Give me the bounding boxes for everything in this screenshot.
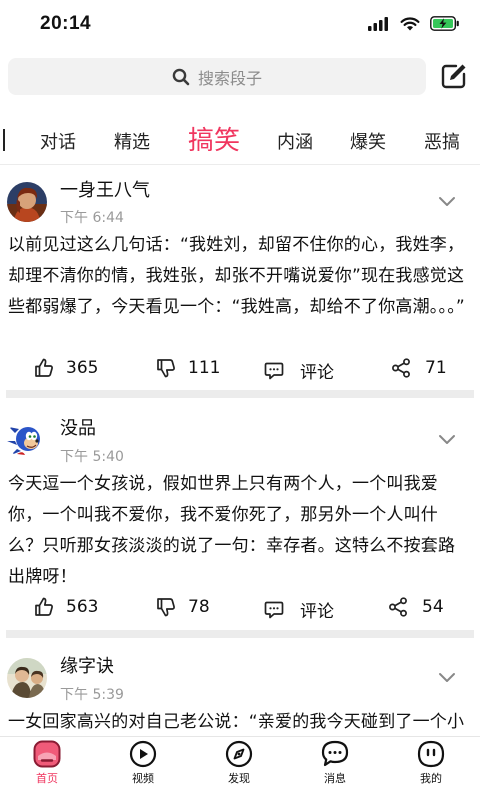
play-icon — [129, 740, 157, 768]
author-name[interactable]: 缘字诀 — [60, 652, 114, 678]
thumbs-down-icon — [157, 359, 175, 378]
post-content[interactable]: 今天逗一个女孩说，假如世界上只有两个人，一个叫我爱你，一个叫我不爱你，我不爱你死… — [8, 469, 472, 593]
post-card: 一身王八气 下午 6:44 以前见过这么几句话：“我姓刘，却留不住你的心，我姓李… — [0, 170, 480, 390]
post-time: 下午 6:44 — [60, 210, 124, 226]
avatar[interactable] — [7, 419, 47, 459]
share-icon — [389, 597, 407, 617]
tab-subtle[interactable]: 内涵 — [277, 128, 313, 154]
search-row: 搜索段子 — [0, 58, 480, 96]
tab-hilarious[interactable]: 爆笑 — [350, 128, 386, 154]
thumbs-up-icon — [35, 358, 53, 377]
post-time: 下午 5:39 — [60, 687, 124, 703]
tab-home[interactable]: 首页 — [17, 740, 77, 796]
tab-discover[interactable]: 发现 — [209, 740, 269, 796]
thumbs-down-icon — [157, 598, 175, 617]
comment-icon — [264, 601, 284, 618]
chevron-down-icon[interactable] — [438, 672, 456, 684]
edit-icon[interactable] — [440, 62, 468, 90]
post-time: 下午 5:40 — [60, 449, 124, 465]
like-button[interactable]: 563 — [34, 597, 98, 617]
share-count: 71 — [425, 358, 447, 378]
post-content[interactable]: 以前见过这么几句话：“我姓刘，却留不住你的心，我姓李，却理不清你的情，我姓张，却… — [8, 230, 472, 323]
profile-icon — [417, 740, 445, 768]
battery-charging-icon — [430, 16, 459, 31]
divider — [0, 164, 480, 165]
author-name[interactable]: 一身王八气 — [60, 176, 150, 202]
comment-button[interactable]: 评论 — [264, 358, 334, 383]
category-tabs: 对话 精选 搞笑 内涵 爆笑 恶搞 — [0, 116, 480, 162]
tab-video-label: 视频 — [132, 772, 154, 785]
like-count: 365 — [66, 358, 99, 378]
share-icon — [392, 358, 410, 378]
comment-icon — [264, 362, 284, 379]
chevron-down-icon[interactable] — [438, 434, 456, 446]
action-row: 365 111 评论 71 — [0, 358, 480, 392]
post-card: 没品 下午 5:40 今天逗一个女孩说，假如世界上只有两个人，一个叫我爱你，一个… — [0, 410, 480, 630]
status-icons — [368, 16, 460, 31]
tab-messages[interactable]: 消息 — [305, 740, 365, 796]
thumbs-up-icon — [35, 597, 53, 616]
tab-featured[interactable]: 精选 — [114, 128, 150, 154]
tab-profile[interactable]: 我的 — [401, 740, 461, 796]
share-button[interactable]: 71 — [391, 358, 447, 378]
post-separator — [6, 630, 474, 638]
status-time: 20:14 — [40, 13, 92, 34]
chevron-down-icon[interactable] — [438, 196, 456, 208]
avatar[interactable] — [7, 182, 47, 222]
comment-button[interactable]: 评论 — [264, 597, 334, 622]
share-button[interactable]: 54 — [388, 597, 444, 617]
comment-label: 评论 — [300, 363, 334, 383]
tab-dialogue[interactable]: 对话 — [40, 128, 76, 154]
post-separator — [6, 390, 474, 398]
share-count: 54 — [422, 597, 444, 617]
tab-messages-label: 消息 — [324, 772, 346, 785]
dislike-button[interactable]: 78 — [156, 597, 210, 617]
dislike-count: 111 — [188, 358, 221, 378]
dislike-count: 78 — [188, 597, 210, 617]
avatar[interactable] — [7, 658, 47, 698]
search-input[interactable]: 搜索段子 — [8, 58, 426, 95]
post-content[interactable]: 一女回家高兴的对自己老公说：“亲爱的我今天碰到了一个小 — [8, 707, 472, 736]
tab-funny[interactable]: 搞笑 — [188, 120, 240, 157]
message-icon — [321, 740, 349, 767]
dislike-button[interactable]: 111 — [156, 358, 220, 378]
tab-discover-label: 发现 — [228, 772, 250, 785]
tab-partial[interactable] — [3, 129, 5, 151]
tab-home-label: 首页 — [36, 772, 58, 785]
status-bar: 20:14 — [0, 0, 480, 52]
tab-video[interactable]: 视频 — [113, 740, 173, 796]
comment-label: 评论 — [300, 602, 334, 622]
compass-icon — [225, 740, 253, 768]
bottom-tab-bar: 首页 视频 发现 消息 我的 — [0, 736, 480, 800]
tab-profile-label: 我的 — [420, 772, 442, 785]
cellular-signal-icon — [368, 16, 388, 31]
wifi-icon — [400, 16, 420, 30]
home-icon — [33, 740, 61, 768]
author-name[interactable]: 没品 — [60, 414, 96, 440]
tab-prank[interactable]: 恶搞 — [424, 128, 460, 154]
search-placeholder: 搜索段子 — [197, 68, 262, 88]
post-card: 缘字诀 下午 5:39 一女回家高兴的对自己老公说：“亲爱的我今天碰到了一个小 — [0, 648, 480, 736]
action-row: 563 78 评论 54 — [0, 597, 480, 631]
like-count: 563 — [66, 597, 99, 617]
search-icon — [172, 68, 190, 85]
like-button[interactable]: 365 — [34, 358, 98, 378]
